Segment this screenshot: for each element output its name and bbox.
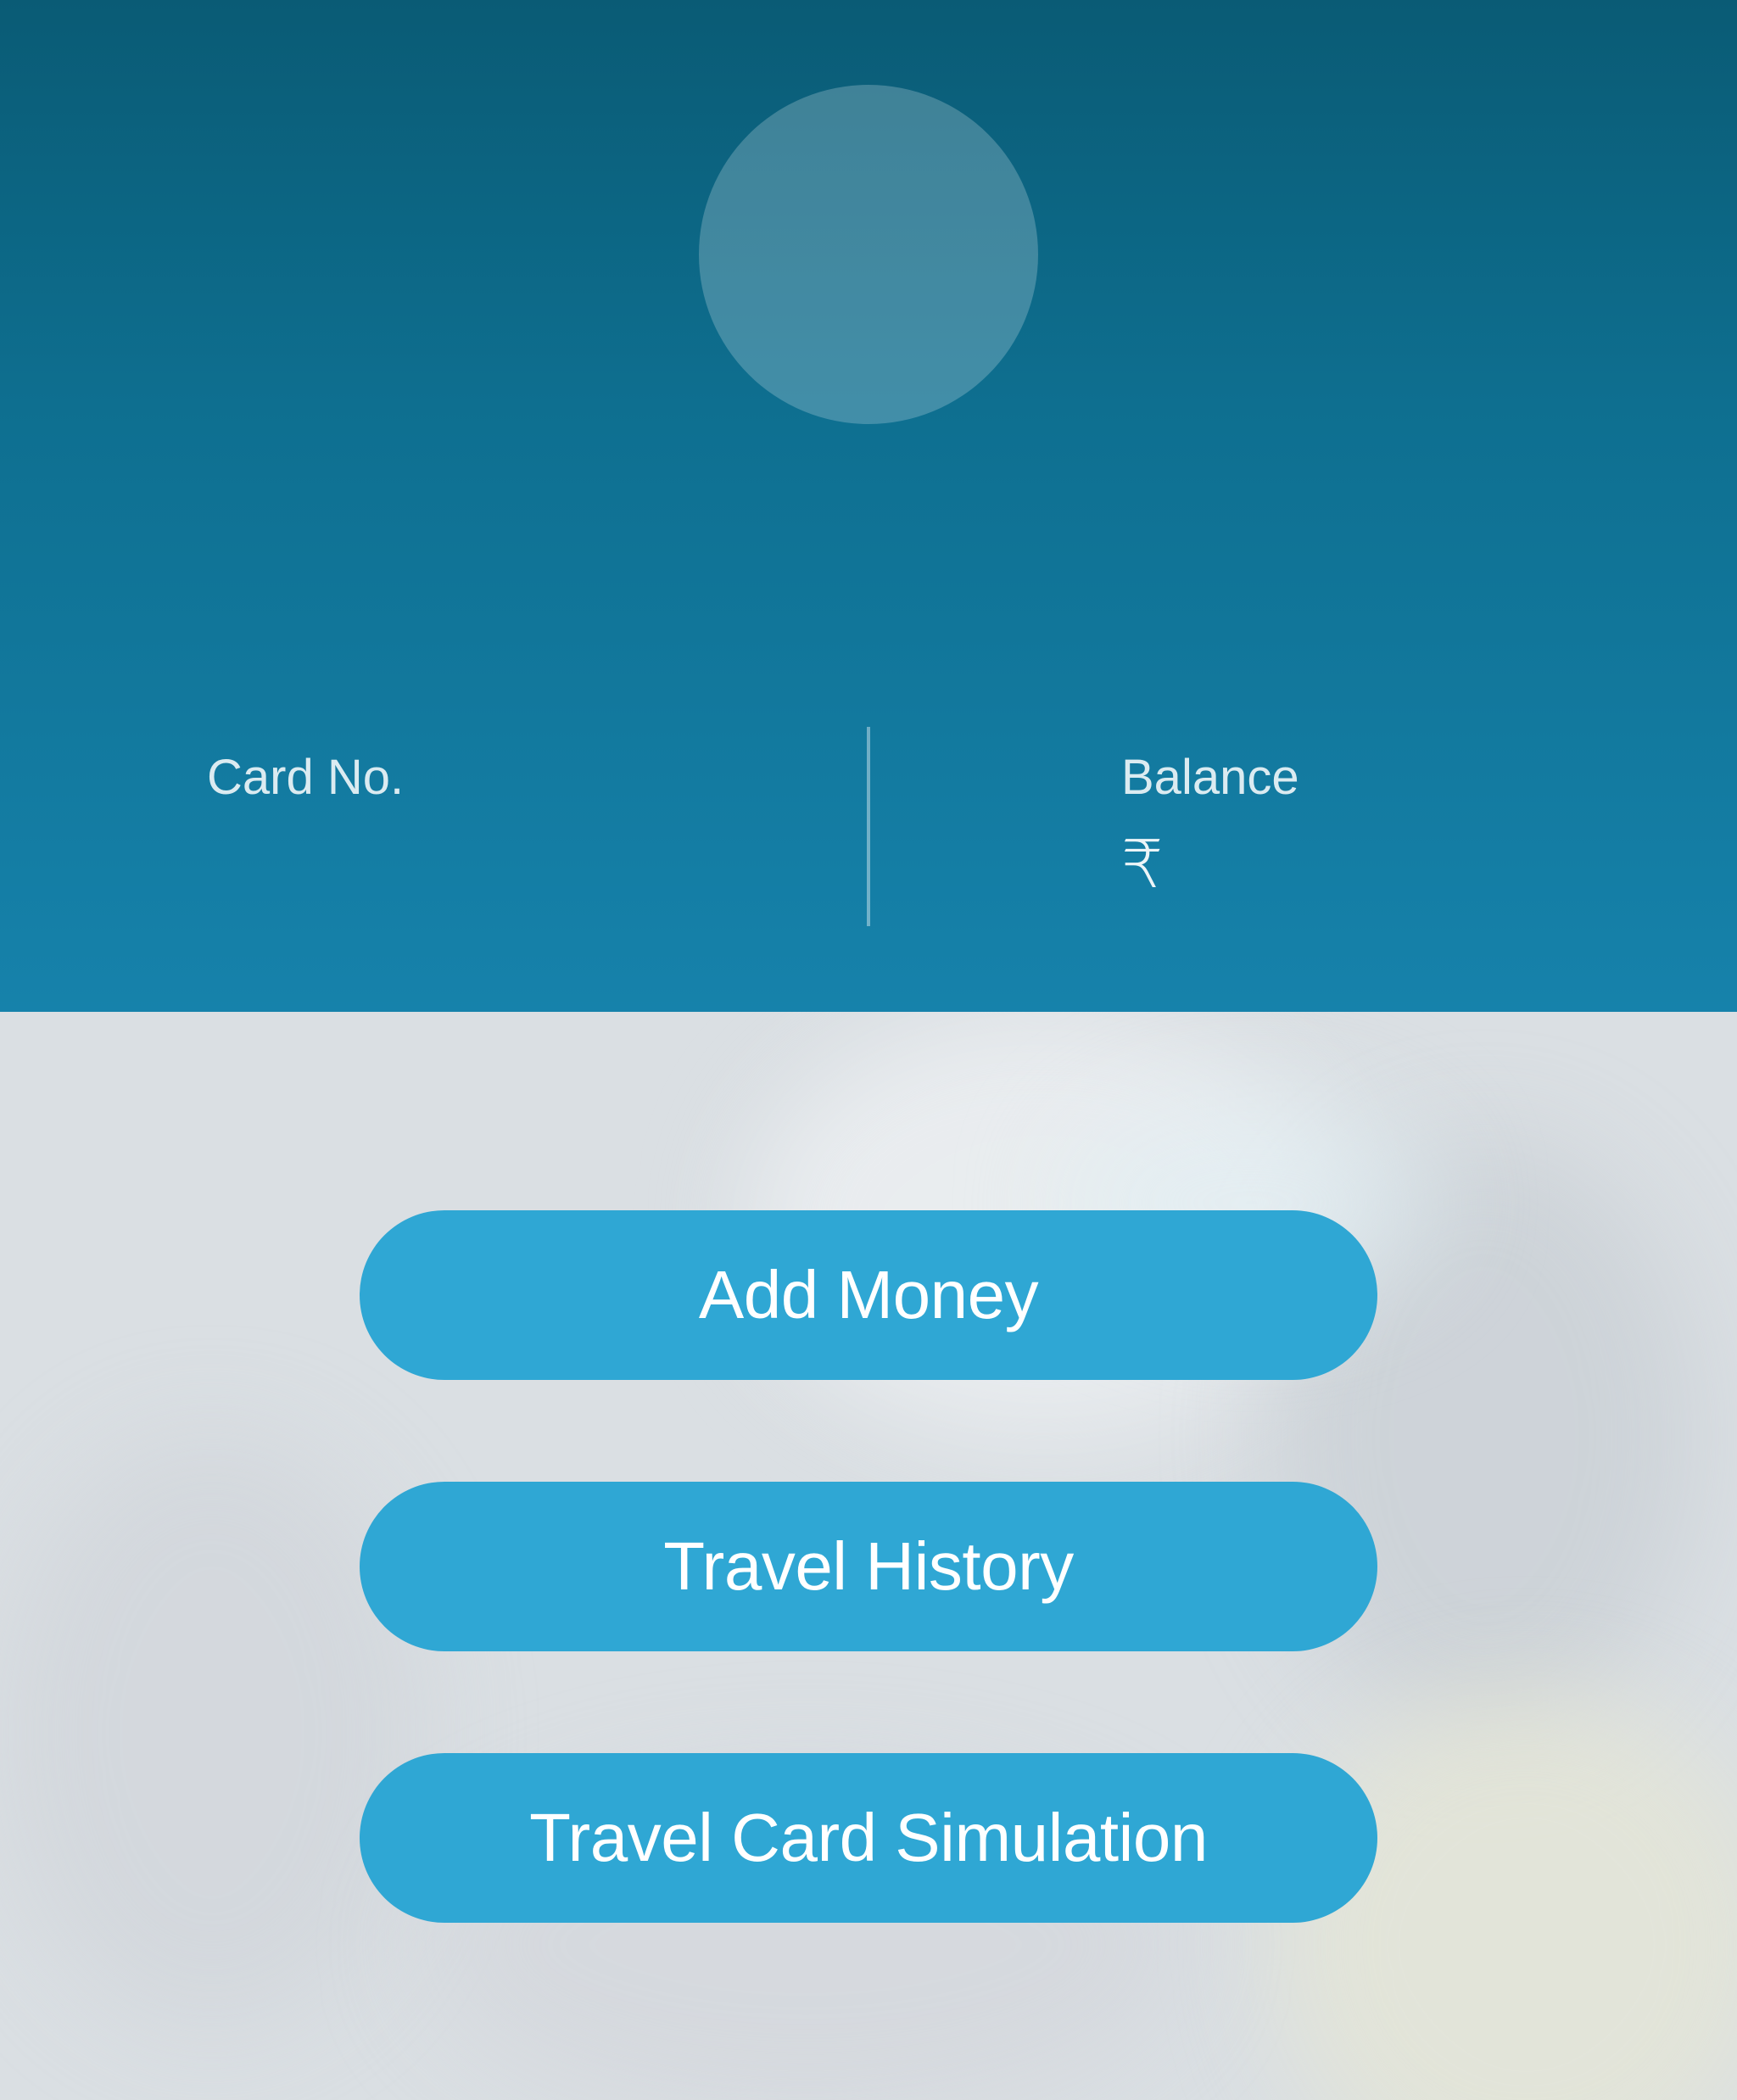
- travel-history-label: Travel History: [663, 1528, 1074, 1604]
- card-number-label: Card No.: [207, 750, 405, 805]
- background-blur: [0, 1436, 424, 2030]
- add-money-button[interactable]: Add Money: [360, 1210, 1377, 1380]
- card-header: Card No. Balance ₹: [0, 0, 1737, 1012]
- travel-history-button[interactable]: Travel History: [360, 1482, 1377, 1651]
- add-money-label: Add Money: [698, 1257, 1039, 1332]
- travel-card-simulation-label: Travel Card Simulation: [529, 1800, 1208, 1875]
- rupee-icon: ₹: [1121, 827, 1164, 903]
- travel-card-simulation-button[interactable]: Travel Card Simulation: [360, 1753, 1377, 1923]
- divider: [867, 727, 870, 926]
- avatar[interactable]: [699, 85, 1038, 424]
- home-screen: Card No. Balance ₹ Add Money Travel Hist…: [0, 0, 1737, 2100]
- balance-label: Balance: [1121, 750, 1299, 805]
